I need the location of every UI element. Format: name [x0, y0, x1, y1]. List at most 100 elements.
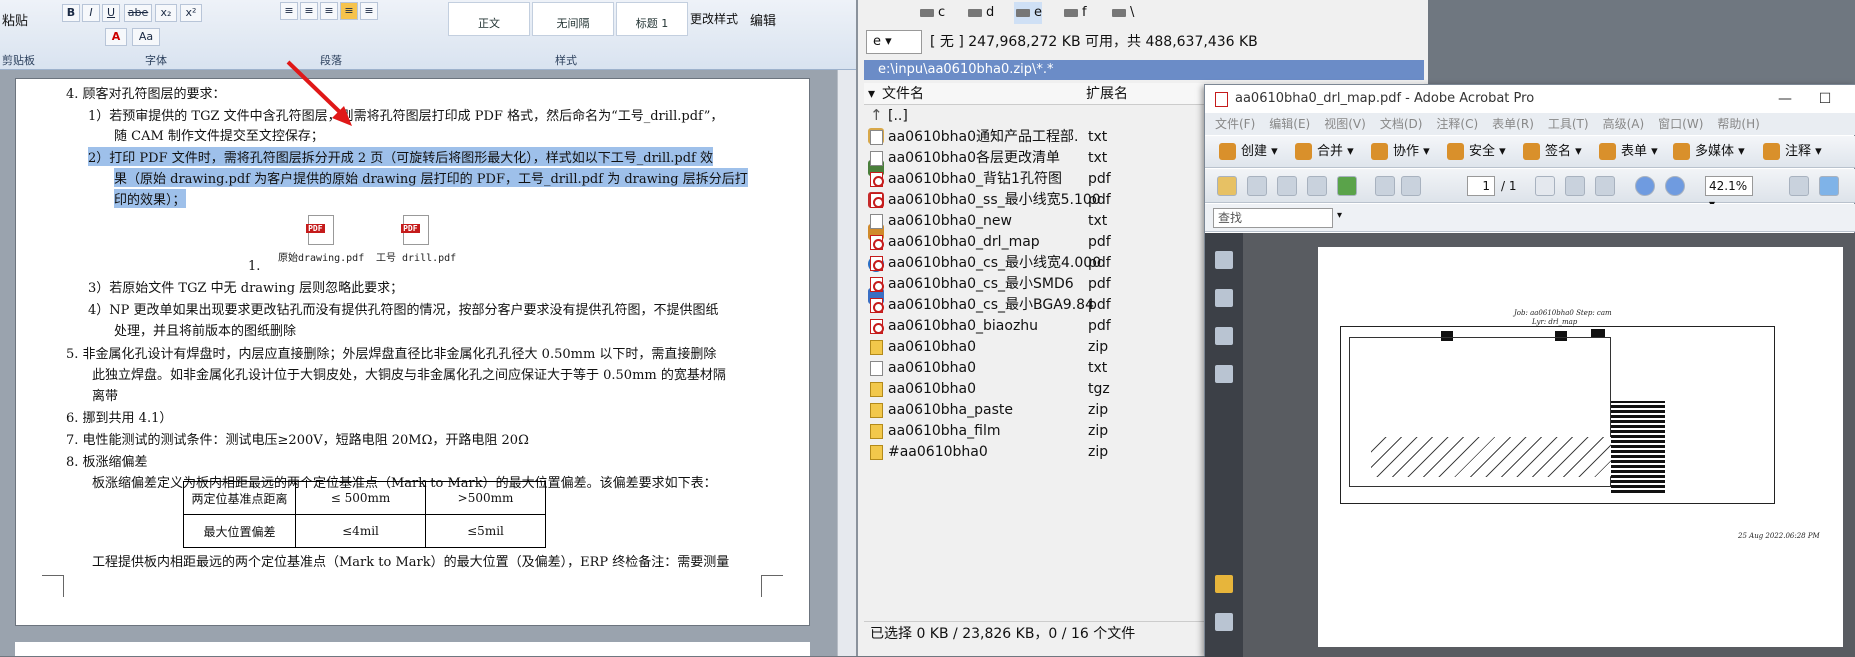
page-number-input[interactable]: 1 [1467, 176, 1495, 196]
bookmarks-panel-icon[interactable] [1215, 289, 1233, 307]
paste-button[interactable]: 粘贴 [2, 10, 28, 29]
item4-1-line1: 1）若预审提供的 TGZ 文件中含孔符图层，则需将孔符图层打印成 PDF 格式，… [88, 109, 724, 124]
change-case-button[interactable]: Aa [132, 28, 160, 46]
col-name-header[interactable]: 文件名 [882, 83, 924, 105]
col-ext-header[interactable]: 扩展名 [1086, 83, 1128, 105]
comments-panel-icon[interactable] [1215, 575, 1233, 593]
drive-network[interactable]: \ [1110, 2, 1134, 24]
align-left-button[interactable]: ≡ [280, 2, 298, 20]
style-normal[interactable]: 正文 [448, 2, 530, 36]
open-icon[interactable] [1217, 176, 1237, 196]
item4-4-line1: 4）NP 更改单如果出现要求更改钻孔而没有提供孔符图的情况，按部分客户要求没有提… [88, 303, 719, 318]
secure-button[interactable]: 安全 ▾ [1447, 136, 1506, 168]
file-extension: txt [1088, 129, 1108, 145]
multimedia-button[interactable]: 多媒体 ▾ [1673, 136, 1745, 168]
file-name: aa0610bha0_ss_最小线宽5.100 [888, 192, 1101, 208]
path-bar[interactable]: e:\inpu\aa0610bha0.zip\*.* [864, 60, 1424, 80]
menu-edit[interactable]: 编辑(E) [1269, 117, 1310, 131]
file-name: aa0610bha0_biaozhu [888, 318, 1039, 334]
save-icon[interactable] [1277, 176, 1297, 196]
zoom-value: 42.1% [1709, 179, 1748, 193]
menu-view[interactable]: 视图(V) [1324, 117, 1366, 131]
menu-advanced[interactable]: 高级(A) [1603, 117, 1645, 131]
menu-file[interactable]: 文件(F) [1215, 117, 1255, 131]
drive-select-value: e [873, 34, 881, 49]
attachment-label: 工号 drill.pdf [376, 253, 457, 264]
style-heading1[interactable]: 标题 1 [616, 2, 688, 36]
item6: 6. 挪到共用 4.1） [66, 411, 173, 426]
file-name: aa0610bha_paste [888, 402, 1013, 418]
zoom-tool-icon[interactable] [1595, 176, 1615, 196]
sign-button[interactable]: 签名 ▾ [1523, 136, 1582, 168]
upload-icon[interactable] [1337, 176, 1357, 196]
distribute-button[interactable]: ≡ [360, 2, 378, 20]
document-page[interactable]: 4. 顾客对孔符图层的要求： 1）若预审提供的 TGZ 文件中含孔符图层，则需将… [15, 78, 810, 626]
create-button[interactable]: 创建 ▾ [1219, 136, 1278, 168]
print-icon[interactable] [1247, 176, 1267, 196]
styles-group-label: 样式 [555, 54, 577, 67]
menu-help[interactable]: 帮助(H) [1717, 117, 1759, 131]
bold-button[interactable]: B [62, 4, 80, 22]
minimize-button[interactable]: — [1765, 85, 1805, 113]
edit-button[interactable]: 编辑 [750, 10, 776, 29]
combine-button[interactable]: 合并 ▾ [1295, 136, 1354, 168]
zoom-out-icon[interactable] [1635, 176, 1655, 196]
menu-window[interactable]: 窗口(W) [1658, 117, 1703, 131]
font-color-button[interactable]: A [105, 28, 127, 46]
chevron-down-icon[interactable]: ▾ [1337, 210, 1342, 221]
pdf-file-icon [306, 215, 335, 245]
justify-button[interactable]: ≡ [340, 2, 358, 20]
document-viewer[interactable]: Job: aa0610bha0 Step: cam Lyr: drl_map 2… [1243, 233, 1855, 657]
item4-4-line2: 处理，并且将前版本的图纸删除 [114, 324, 297, 339]
document-area: 4. 顾客对孔符图层的要求： 1）若预审提供的 TGZ 文件中含孔符图层，则需将… [0, 70, 856, 656]
email-icon[interactable] [1307, 176, 1327, 196]
forms-button[interactable]: 表单 ▾ [1599, 136, 1658, 168]
menu-forms[interactable]: 表单(R) [1492, 117, 1534, 131]
menu-tools[interactable]: 工具(T) [1548, 117, 1589, 131]
maximize-button[interactable]: ☐ [1805, 85, 1845, 113]
comment-button[interactable]: 注释 ▾ [1763, 136, 1822, 168]
signatures-panel-icon[interactable] [1215, 365, 1233, 383]
attachment-original-drawing[interactable]: 原始drawing.pdf [278, 215, 364, 264]
select-tool-icon[interactable] [1535, 176, 1555, 196]
file-extension: pdf [1088, 276, 1111, 292]
archive-file-icon [870, 445, 883, 460]
archive-file-icon [870, 340, 883, 355]
item5-line3: 离带 [92, 389, 119, 404]
full-screen-icon[interactable] [1819, 176, 1839, 196]
next-page-icon[interactable] [1401, 176, 1421, 196]
drive-f[interactable]: f [1062, 2, 1087, 24]
zoom-level-field[interactable]: 42.1% ▾ [1705, 176, 1753, 211]
fit-page-icon[interactable] [1789, 176, 1809, 196]
margin-corner [42, 575, 64, 597]
attachment-drill[interactable]: 工号 drill.pdf [376, 215, 456, 264]
menu-comments[interactable]: 注释(C) [1436, 117, 1478, 131]
layers-panel-icon[interactable] [1215, 327, 1233, 345]
drive-select[interactable]: e ▾ [866, 30, 922, 54]
attachments-panel-icon[interactable] [1215, 613, 1233, 631]
underline-button[interactable]: U [102, 4, 120, 22]
menu-document[interactable]: 文档(D) [1380, 117, 1423, 131]
strikethrough-button[interactable]: abe [124, 4, 152, 22]
style-no-spacing[interactable]: 无间隔 [532, 2, 614, 36]
drive-c[interactable]: c [918, 2, 945, 24]
find-input[interactable]: 查找 [1213, 208, 1333, 228]
italic-button[interactable]: I [82, 4, 100, 22]
drive-e[interactable]: e [1014, 2, 1042, 24]
navigation-pane [1205, 233, 1243, 657]
align-right-button[interactable]: ≡ [320, 2, 338, 20]
superscript-button[interactable]: x² [180, 4, 202, 22]
subscript-button[interactable]: x₂ [155, 4, 177, 22]
vertical-scrollbar[interactable] [837, 70, 856, 656]
align-center-button[interactable]: ≡ [300, 2, 318, 20]
pages-panel-icon[interactable] [1215, 251, 1233, 269]
acrobat-menu-bar: 文件(F) 编辑(E) 视图(V) 文档(D) 注释(C) 表单(R) 工具(T) 高级(A)… [1205, 113, 1855, 135]
combine-label: 合并 [1317, 144, 1344, 159]
zoom-in-icon[interactable] [1665, 176, 1685, 196]
collaborate-button[interactable]: 协作 ▾ [1371, 136, 1430, 168]
change-styles-button[interactable]: 更改样式 [690, 10, 750, 27]
pdf-file-icon [870, 172, 884, 187]
prev-page-icon[interactable] [1375, 176, 1395, 196]
drive-d[interactable]: d [966, 2, 994, 24]
hand-tool-icon[interactable] [1565, 176, 1585, 196]
